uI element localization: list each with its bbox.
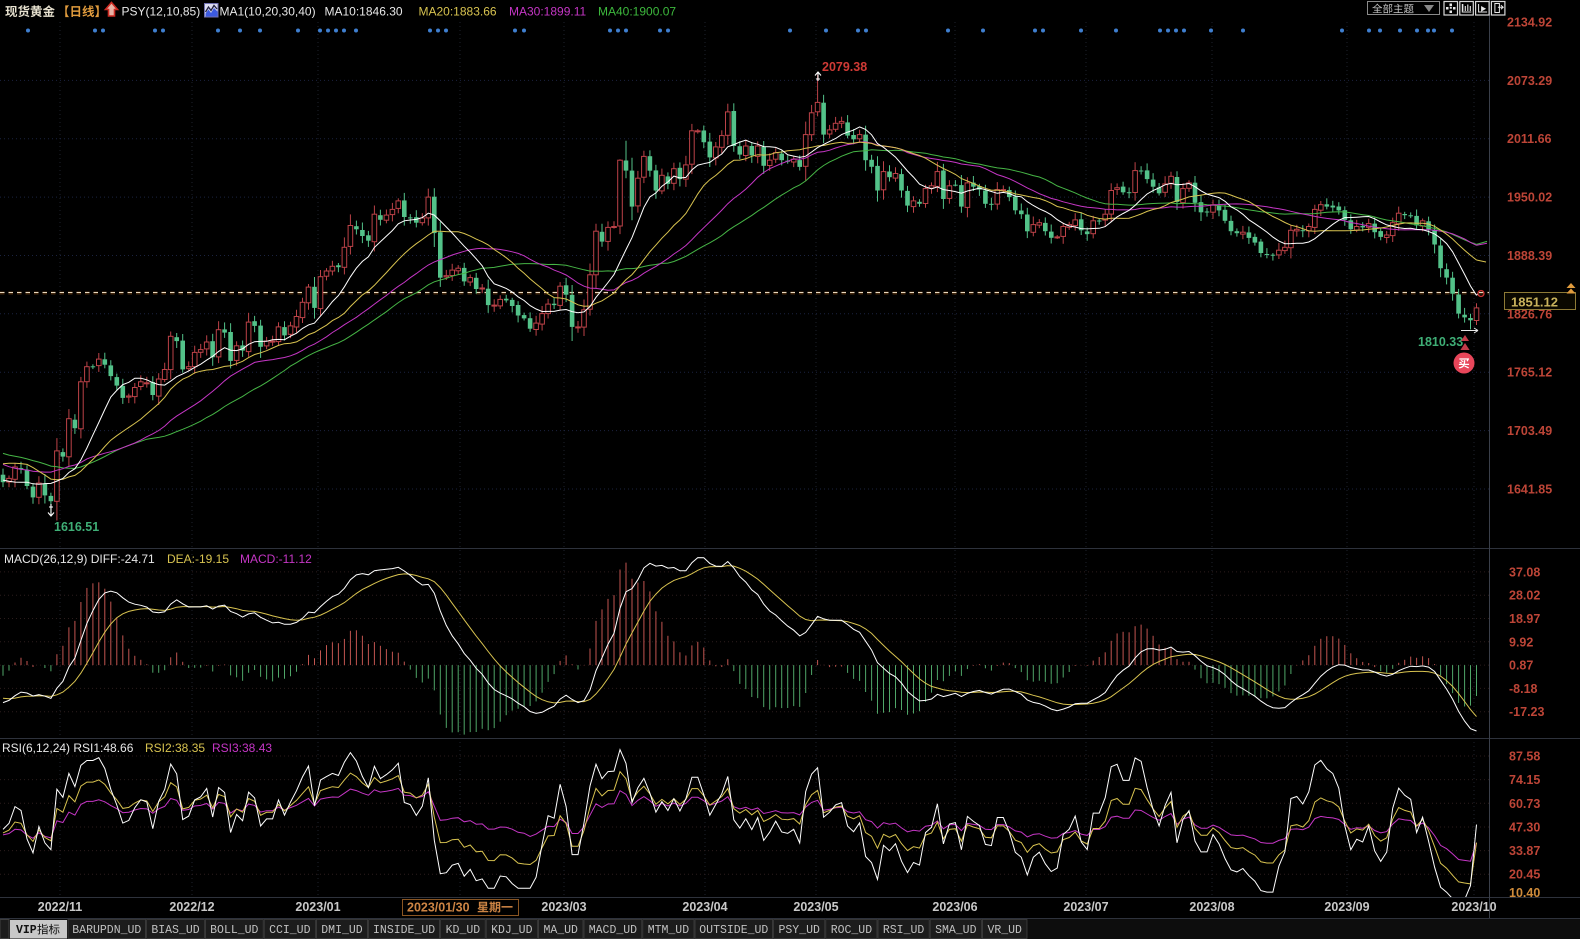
svg-text:VIP: VIP (16, 924, 37, 937)
svg-text:2023/08: 2023/08 (1189, 900, 1234, 914)
svg-text:KD_UD: KD_UD (446, 924, 481, 937)
svg-text:2073.29: 2073.29 (1507, 74, 1552, 88)
svg-text:2023/07: 2023/07 (1063, 900, 1108, 914)
svg-text:2011.66: 2011.66 (1507, 132, 1552, 146)
svg-text:2022/11: 2022/11 (38, 900, 83, 914)
svg-text:74.15: 74.15 (1509, 773, 1540, 787)
svg-text:2023/06: 2023/06 (932, 900, 977, 914)
svg-text:2022/12: 2022/12 (169, 900, 214, 914)
svg-text:2134.92: 2134.92 (1507, 16, 1552, 30)
svg-text:DEA:-19.15: DEA:-19.15 (167, 552, 229, 566)
svg-text:2023/05: 2023/05 (793, 900, 838, 914)
svg-text:2023/04: 2023/04 (682, 900, 727, 914)
svg-text:PSY(12,10,85): PSY(12,10,85) (122, 5, 201, 19)
svg-text:MA40:1900.07: MA40:1900.07 (598, 5, 676, 19)
svg-text:MACD:-11.12: MACD:-11.12 (240, 552, 312, 566)
svg-text:10.40: 10.40 (1509, 886, 1540, 900)
svg-text:MACD(26,12,9) DIFF:-24.71: MACD(26,12,9) DIFF:-24.71 (4, 552, 155, 566)
svg-text:2023/10: 2023/10 (1451, 900, 1496, 914)
svg-text:MACD_UD: MACD_UD (589, 924, 637, 937)
svg-text:1641.85: 1641.85 (1507, 483, 1552, 497)
svg-text:RSI3:38.43: RSI3:38.43 (212, 741, 272, 755)
svg-text:1765.12: 1765.12 (1507, 366, 1552, 380)
svg-text:MA30:1899.11: MA30:1899.11 (509, 5, 586, 19)
svg-text:PSY_UD: PSY_UD (778, 924, 820, 937)
svg-text:SMA_UD: SMA_UD (935, 924, 977, 937)
svg-text:28.02: 28.02 (1509, 589, 1540, 603)
svg-text:37.08: 37.08 (1509, 565, 1540, 579)
svg-text:RSI(6,12,24) RSI1:48.66: RSI(6,12,24) RSI1:48.66 (2, 741, 134, 755)
svg-text:-8.18: -8.18 (1509, 682, 1538, 696)
svg-text:60.73: 60.73 (1509, 797, 1540, 811)
svg-text:-17.23: -17.23 (1509, 705, 1544, 719)
svg-text:2023/01/30: 2023/01/30 (407, 901, 470, 915)
svg-text:2023/03: 2023/03 (541, 900, 586, 914)
svg-text:BIAS_UD: BIAS_UD (151, 924, 199, 937)
svg-text:MA1(10,20,30,40): MA1(10,20,30,40) (220, 5, 316, 19)
svg-text:BARUPDN_UD: BARUPDN_UD (72, 924, 141, 937)
svg-text:1888.39: 1888.39 (1507, 249, 1552, 263)
svg-text:ROC_UD: ROC_UD (831, 924, 873, 937)
svg-text:RSI_UD: RSI_UD (883, 924, 925, 937)
svg-text:OUTSIDE_UD: OUTSIDE_UD (699, 924, 768, 937)
svg-text:1851.12: 1851.12 (1511, 295, 1558, 310)
svg-text:1703.49: 1703.49 (1507, 424, 1552, 438)
svg-text:20.45: 20.45 (1509, 868, 1540, 882)
svg-text:47.30: 47.30 (1509, 820, 1540, 834)
svg-text:9.92: 9.92 (1509, 635, 1533, 649)
svg-text:33.87: 33.87 (1509, 844, 1540, 858)
svg-text:1810.33: 1810.33 (1418, 335, 1463, 349)
svg-text:DMI_UD: DMI_UD (321, 924, 363, 937)
svg-text:18.97: 18.97 (1509, 612, 1540, 626)
svg-text:MTM_UD: MTM_UD (648, 924, 690, 937)
svg-text:2023/09: 2023/09 (1324, 900, 1369, 914)
svg-text:MA_UD: MA_UD (543, 924, 578, 937)
svg-text:2079.38: 2079.38 (822, 60, 867, 74)
svg-text:BOLL_UD: BOLL_UD (210, 924, 258, 937)
svg-text:1950.02: 1950.02 (1507, 191, 1552, 205)
svg-text:MA10:1846.30: MA10:1846.30 (325, 5, 403, 19)
svg-text:RSI2:38.35: RSI2:38.35 (145, 741, 205, 755)
svg-text:0.87: 0.87 (1509, 659, 1533, 673)
svg-text:KDJ_UD: KDJ_UD (491, 924, 533, 937)
svg-text:VR_UD: VR_UD (987, 924, 1022, 937)
svg-text:1616.51: 1616.51 (54, 520, 99, 534)
svg-text:CCI_UD: CCI_UD (269, 924, 311, 937)
svg-text:87.58: 87.58 (1509, 750, 1540, 764)
svg-text:INSIDE_UD: INSIDE_UD (373, 924, 435, 937)
svg-text:2023/01: 2023/01 (295, 900, 340, 914)
svg-text:MA20:1883.66: MA20:1883.66 (419, 5, 497, 19)
